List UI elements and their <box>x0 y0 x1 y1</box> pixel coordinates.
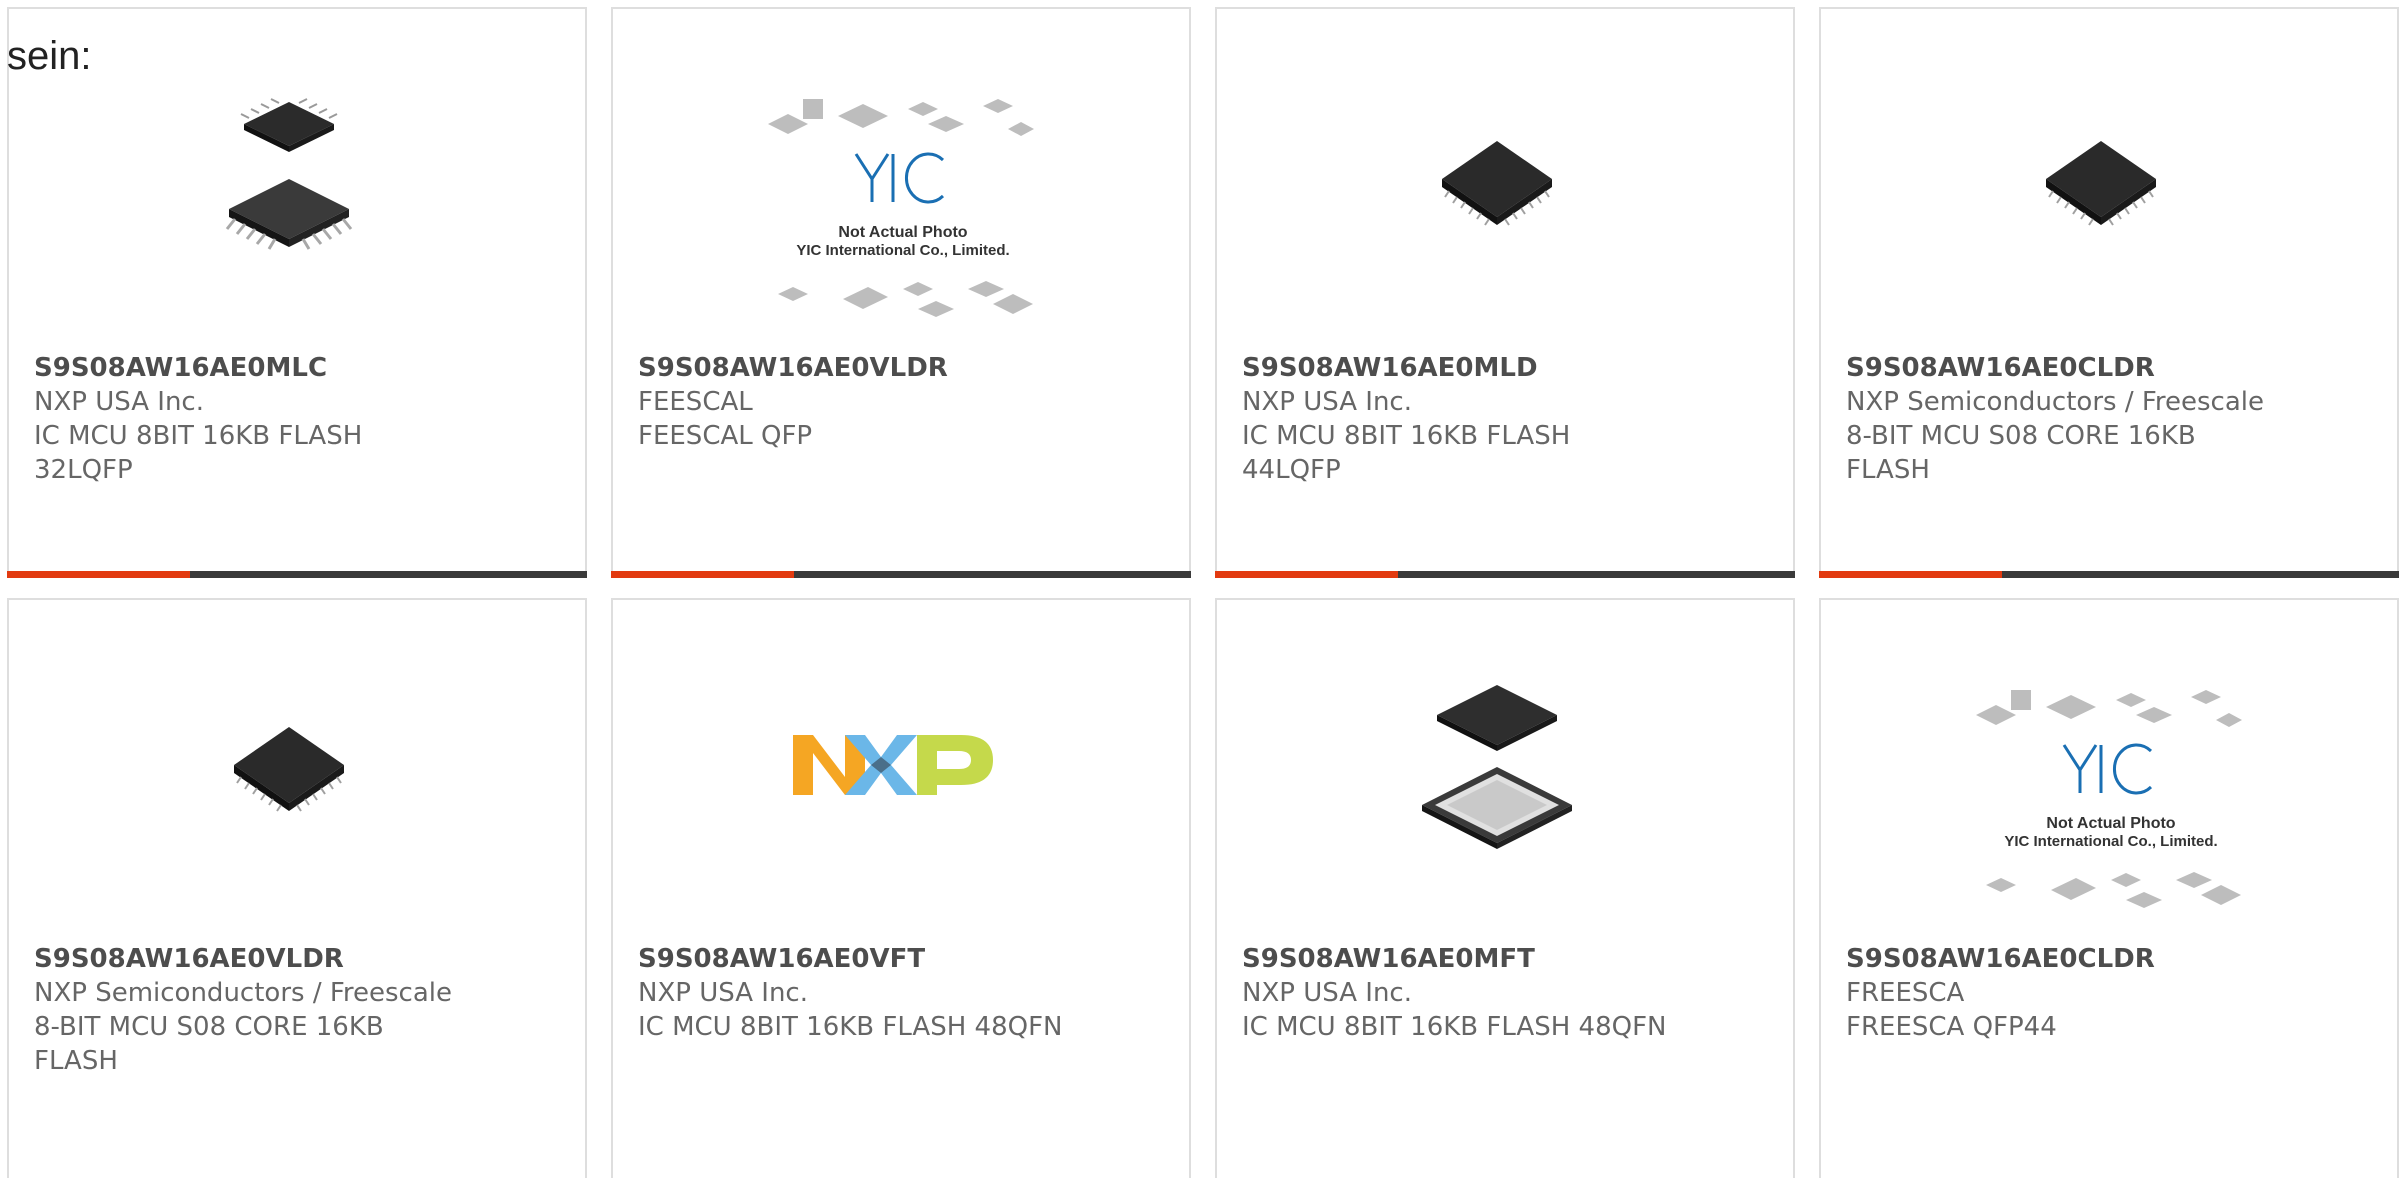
manufacturer: NXP USA Inc. <box>638 978 808 1008</box>
part-number-link[interactable]: S9S08AW16AE0MLC <box>34 351 565 385</box>
description: IC MCU 8BIT 16KB FLASH 48QFN <box>1242 1012 1667 1042</box>
product-info: S9S08AW16AE0VFT NXP USA Inc. IC MCU 8BIT… <box>638 942 1169 1044</box>
part-number-link[interactable]: S9S08AW16AE0VLDR <box>638 351 1169 385</box>
description: IC MCU 8BIT 16KB FLASH 48QFN <box>638 1012 1063 1042</box>
part-number-link[interactable]: S9S08AW16AE0MLD <box>1242 351 1773 385</box>
yic-placeholder-image[interactable]: Not Actual Photo YIC International Co., … <box>768 94 1038 334</box>
card-bar-accent <box>7 571 190 578</box>
manufacturer: NXP USA Inc. <box>1242 978 1412 1008</box>
card-bar-accent <box>1819 571 2002 578</box>
product-card[interactable]: Not Actual Photo YIC International Co., … <box>1819 598 2399 1178</box>
description: FREESCA QFP44 <box>1846 1012 2057 1042</box>
product-card[interactable]: S9S08AW16AE0CLDR NXP Semiconductors / Fr… <box>1819 7 2399 578</box>
manufacturer: NXP Semiconductors / Freescale <box>34 978 453 1008</box>
part-number-link[interactable]: S9S08AW16AE0VLDR <box>34 942 565 976</box>
product-card[interactable]: S9S08AW16AE0MLC NXP USA Inc. IC MCU 8BIT… <box>7 7 587 578</box>
product-card[interactable]: S9S08AW16AE0VLDR NXP Semiconductors / Fr… <box>7 598 587 1178</box>
description: 8-BIT MCU S08 CORE 16KB <box>34 1012 384 1042</box>
card-bar-accent <box>611 571 794 578</box>
placeholder-text-2: YIC International Co., Limited. <box>796 242 1009 259</box>
description: FLASH <box>34 1046 118 1076</box>
product-info: S9S08AW16AE0CLDR FREESCA FREESCA QFP44 <box>1846 942 2377 1044</box>
description: 44LQFP <box>1242 455 1341 485</box>
product-info: S9S08AW16AE0VLDR NXP Semiconductors / Fr… <box>34 942 565 1078</box>
qfn-chip-exploded-image[interactable] <box>1397 665 1597 865</box>
description: 32LQFP <box>34 455 133 485</box>
card-bar <box>1215 571 1795 578</box>
qfp-chip-image[interactable] <box>1397 79 1597 279</box>
description: IC MCU 8BIT 16KB FLASH <box>34 421 363 451</box>
placeholder-text-1: Not Actual Photo <box>838 224 967 241</box>
description: FLASH <box>1846 455 1930 485</box>
qfp-chip-image[interactable] <box>189 665 389 865</box>
product-card[interactable]: S9S08AW16AE0VFT NXP USA Inc. IC MCU 8BIT… <box>611 598 1191 1178</box>
qfp-chip-exploded-image[interactable] <box>189 79 389 279</box>
card-bar <box>1819 571 2399 578</box>
card-bar-accent <box>1215 571 1398 578</box>
part-number-link[interactable]: S9S08AW16AE0VFT <box>638 942 1169 976</box>
description: FEESCAL QFP <box>638 421 813 451</box>
description: IC MCU 8BIT 16KB FLASH <box>1242 421 1571 451</box>
part-number-link[interactable]: S9S08AW16AE0MFT <box>1242 942 1773 976</box>
product-info: S9S08AW16AE0MLD NXP USA Inc. IC MCU 8BIT… <box>1242 351 1773 487</box>
manufacturer: NXP USA Inc. <box>1242 387 1412 417</box>
part-number-link[interactable]: S9S08AW16AE0CLDR <box>1846 351 2377 385</box>
qfp-chip-image[interactable] <box>2001 79 2201 279</box>
part-number-link[interactable]: S9S08AW16AE0CLDR <box>1846 942 2377 976</box>
product-card[interactable]: S9S08AW16AE0MFT NXP USA Inc. IC MCU 8BIT… <box>1215 598 1795 1178</box>
manufacturer: FEESCAL <box>638 387 753 417</box>
placeholder-text-2: YIC International Co., Limited. <box>2004 833 2217 850</box>
product-card[interactable]: Not Actual Photo YIC International Co., … <box>611 7 1191 578</box>
description: 8-BIT MCU S08 CORE 16KB <box>1846 421 2196 451</box>
product-info: S9S08AW16AE0CLDR NXP Semiconductors / Fr… <box>1846 351 2377 487</box>
card-bar <box>7 571 587 578</box>
placeholder-text-1: Not Actual Photo <box>2046 815 2175 832</box>
manufacturer: NXP USA Inc. <box>34 387 204 417</box>
product-info: S9S08AW16AE0MFT NXP USA Inc. IC MCU 8BIT… <box>1242 942 1773 1044</box>
product-info: S9S08AW16AE0MLC NXP USA Inc. IC MCU 8BIT… <box>34 351 565 487</box>
product-card[interactable]: S9S08AW16AE0MLD NXP USA Inc. IC MCU 8BIT… <box>1215 7 1795 578</box>
card-bar <box>611 571 1191 578</box>
intro-text: sein: <box>7 34 92 78</box>
yic-placeholder-image[interactable]: Not Actual Photo YIC International Co., … <box>1976 685 2246 925</box>
nxp-logo-image[interactable] <box>793 665 993 865</box>
manufacturer: FREESCA <box>1846 978 1965 1008</box>
manufacturer: NXP Semiconductors / Freescale <box>1846 387 2265 417</box>
product-info: S9S08AW16AE0VLDR FEESCAL FEESCAL QFP <box>638 351 1169 453</box>
